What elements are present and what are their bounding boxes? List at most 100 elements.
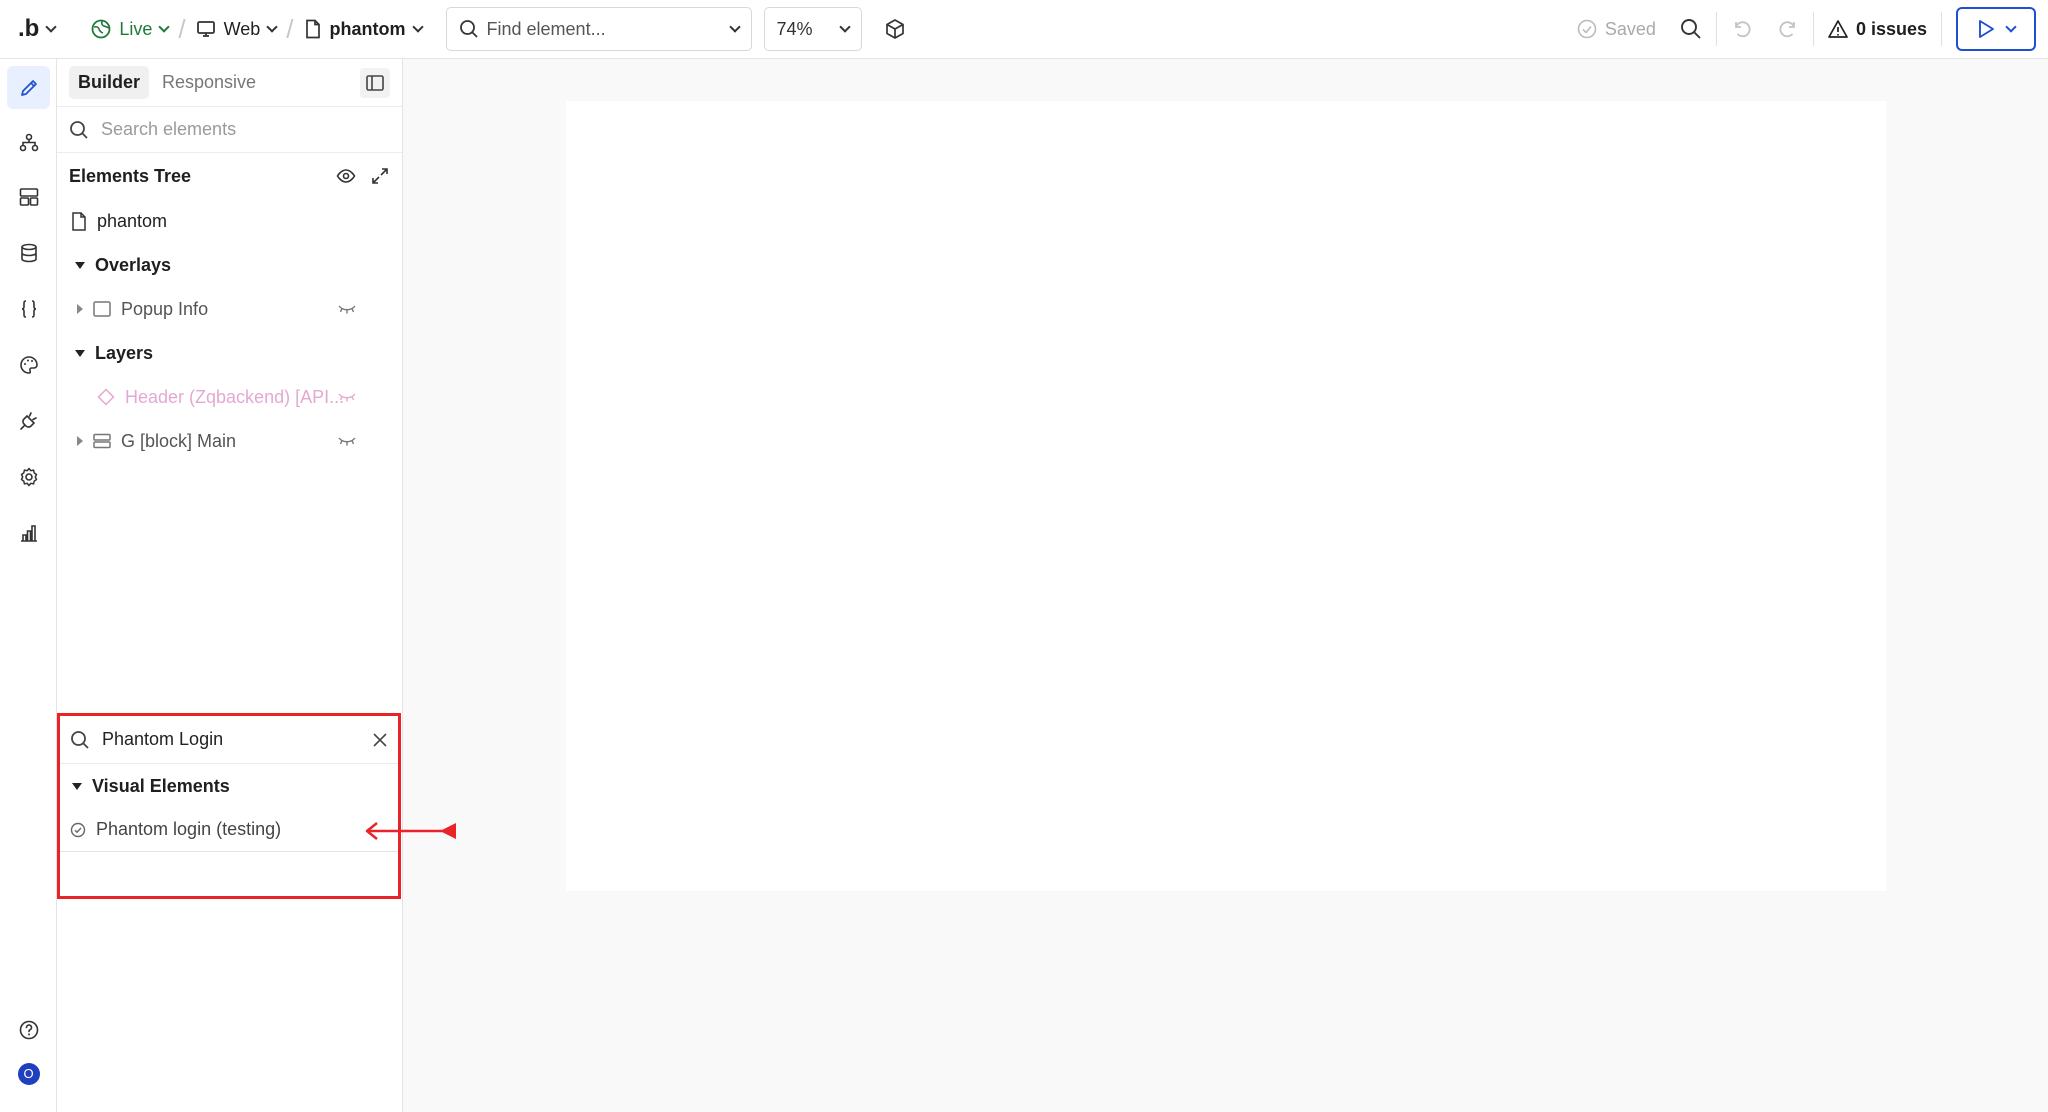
caret-right-icon[interactable] — [77, 304, 83, 314]
rail-database-button[interactable] — [7, 231, 50, 274]
search-icon — [459, 20, 478, 38]
preview-run-button[interactable] — [1956, 7, 2036, 51]
globe-icon — [91, 19, 111, 39]
search-button[interactable] — [1680, 0, 1702, 58]
app-menu[interactable]: .b — [0, 0, 57, 58]
layout-icon — [19, 187, 38, 206]
tree-group-layers[interactable]: Layers — [57, 331, 402, 375]
search-results-highlight: Visual Elements Phantom login (testing) — [57, 713, 401, 899]
result-item-label: Phantom login (testing) — [96, 819, 282, 839]
tree-item-label: Header (Zqbackend) [API... — [125, 386, 345, 407]
sidebar-toggle-icon — [366, 74, 384, 91]
saved-indicator: Saved — [1577, 0, 1656, 58]
rail-code-button[interactable] — [7, 287, 50, 330]
chevron-down-icon — [266, 20, 278, 33]
issues-label: 0 issues — [1855, 18, 1927, 39]
page-icon — [305, 19, 320, 39]
3d-view-button[interactable] — [884, 0, 906, 58]
rail-layouts-button[interactable] — [7, 175, 50, 218]
tree-group-label: Overlays — [95, 254, 172, 275]
undo-button[interactable] — [1731, 0, 1753, 58]
bar-chart-icon — [20, 524, 37, 542]
annotation-arrow — [365, 822, 456, 840]
caret-down-icon[interactable] — [75, 261, 85, 269]
results-search-input[interactable] — [102, 729, 360, 750]
result-item-phantom-login[interactable]: Phantom login (testing) — [60, 808, 398, 852]
results-group-label: Visual Elements — [92, 775, 230, 796]
rail-builder-button[interactable] — [7, 66, 50, 109]
eye-closed-icon[interactable] — [337, 435, 357, 447]
elements-tree-title: Elements Tree — [69, 165, 192, 186]
chevron-down-icon — [411, 20, 424, 33]
check-circle-icon — [1577, 19, 1597, 39]
tree-group-overlays[interactable]: Overlays — [57, 243, 402, 287]
eye-icon[interactable] — [336, 166, 356, 186]
undo-icon — [1735, 21, 1751, 38]
rail-help-button[interactable] — [7, 1008, 50, 1051]
expand-icon[interactable] — [370, 166, 390, 186]
database-icon — [20, 243, 37, 262]
warning-icon — [1828, 20, 1848, 38]
rail-account-button[interactable]: O — [7, 1052, 50, 1095]
tab-builder[interactable]: Builder — [69, 66, 150, 99]
search-icon — [70, 120, 88, 139]
tree-item-main-group[interactable]: G [block] Main — [57, 419, 402, 463]
rail-styles-button[interactable] — [7, 343, 50, 386]
search-icon — [71, 730, 89, 749]
help-icon — [19, 1020, 38, 1039]
eye-closed-icon[interactable] — [337, 391, 357, 403]
page-canvas[interactable] — [566, 101, 1886, 891]
eye-closed-icon[interactable] — [337, 303, 357, 315]
elements-panel: Builder Responsive Elements Tree phantom… — [57, 59, 403, 1112]
redo-button[interactable] — [1777, 0, 1799, 58]
palette-icon — [19, 355, 38, 374]
chevron-down-icon — [2005, 20, 2017, 33]
collapse-panel-button[interactable] — [360, 67, 390, 98]
canvas-area[interactable] — [403, 59, 2048, 1112]
check-circle-icon — [70, 822, 86, 837]
rail-plugins-button[interactable] — [7, 399, 50, 442]
chevron-down-icon — [158, 20, 171, 33]
zoom-dropdown[interactable]: 74% — [763, 7, 862, 51]
gear-icon — [20, 467, 37, 486]
chevron-down-icon — [45, 20, 57, 33]
divider — [1941, 12, 1942, 46]
tree-item-label: G [block] Main — [121, 430, 237, 451]
group-icon — [93, 433, 111, 449]
avatar-initial: O — [23, 1066, 34, 1081]
elements-tree-header: Elements Tree — [57, 153, 402, 199]
caret-down-icon[interactable] — [72, 782, 82, 790]
left-icon-rail: O — [0, 59, 57, 1112]
search-elements-input[interactable] — [101, 119, 390, 140]
saved-label: Saved — [1604, 18, 1656, 39]
close-icon[interactable] — [372, 732, 388, 748]
tree-item-page[interactable]: phantom — [57, 199, 402, 243]
reusable-element-icon — [97, 388, 115, 406]
tab-responsive[interactable]: Responsive — [153, 66, 265, 99]
separator: / — [178, 13, 186, 44]
rail-analytics-button[interactable] — [7, 511, 50, 554]
search-elements-row — [57, 107, 402, 153]
panel-tabs: Builder Responsive — [57, 59, 402, 107]
chevron-down-icon — [838, 20, 851, 33]
divider — [1715, 12, 1717, 46]
find-element-dropdown[interactable]: Find element... — [445, 7, 752, 51]
tree-item-popup-info[interactable]: Popup Info — [57, 287, 402, 331]
tree-item-label: Popup Info — [121, 298, 209, 319]
caret-right-icon[interactable] — [77, 436, 83, 446]
zoom-value: 74% — [776, 18, 813, 39]
play-icon — [1979, 20, 1994, 38]
results-group-visual-elements[interactable]: Visual Elements — [60, 764, 398, 808]
status-dropdown[interactable]: Live — [91, 0, 171, 58]
issues-button[interactable]: 0 issues — [1828, 0, 1927, 58]
rail-workflows-button[interactable] — [7, 121, 50, 164]
find-element-placeholder: Find element... — [486, 18, 606, 39]
platform-dropdown[interactable]: Web — [196, 0, 278, 58]
top-bar: .b Live / Web / phantom Find element... … — [0, 0, 2048, 59]
rail-settings-button[interactable] — [7, 455, 50, 498]
caret-down-icon[interactable] — [75, 349, 85, 357]
monitor-icon — [196, 21, 215, 37]
tree-group-label: Layers — [95, 342, 154, 363]
page-dropdown[interactable]: phantom — [304, 0, 424, 58]
tree-item-header[interactable]: Header (Zqbackend) [API... — [57, 375, 402, 419]
